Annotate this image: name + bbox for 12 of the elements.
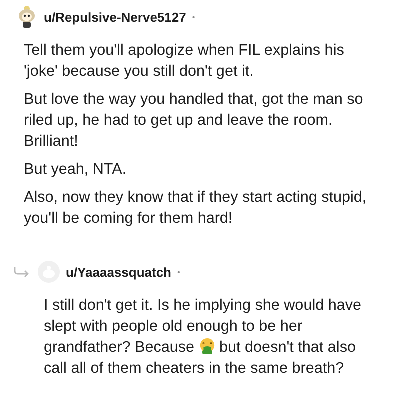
reply-arrow-icon	[14, 267, 30, 277]
comment-text: I still don't get it. Is he implying she would have slept with people old enough to be her grandfather? Because but doesn't that also call all of them cheaters in the same breath?	[44, 296, 363, 379]
username[interactable]: u/Yaaaassquatch	[66, 264, 172, 280]
comment-text: Tell them you'll apologize when FIL explains his 'joke' because you still don't get it.	[24, 41, 346, 82]
comment-text: Also, now they know that if they start acting stupid, you'll be coming for them hard!	[24, 188, 368, 229]
username[interactable]: u/Repulsive-Nerve5127	[44, 10, 186, 24]
separator-dot: •	[178, 268, 180, 276]
nauseated-face-icon	[198, 338, 216, 355]
separator-dot: •	[192, 12, 196, 22]
comment-text: But love the way you handled that, got the man so riled up, he had to get up and leave the room. Brilliant!	[24, 90, 364, 152]
comment-text: But yeah, NTA.	[24, 160, 128, 180]
avatar-icon	[16, 5, 38, 29]
